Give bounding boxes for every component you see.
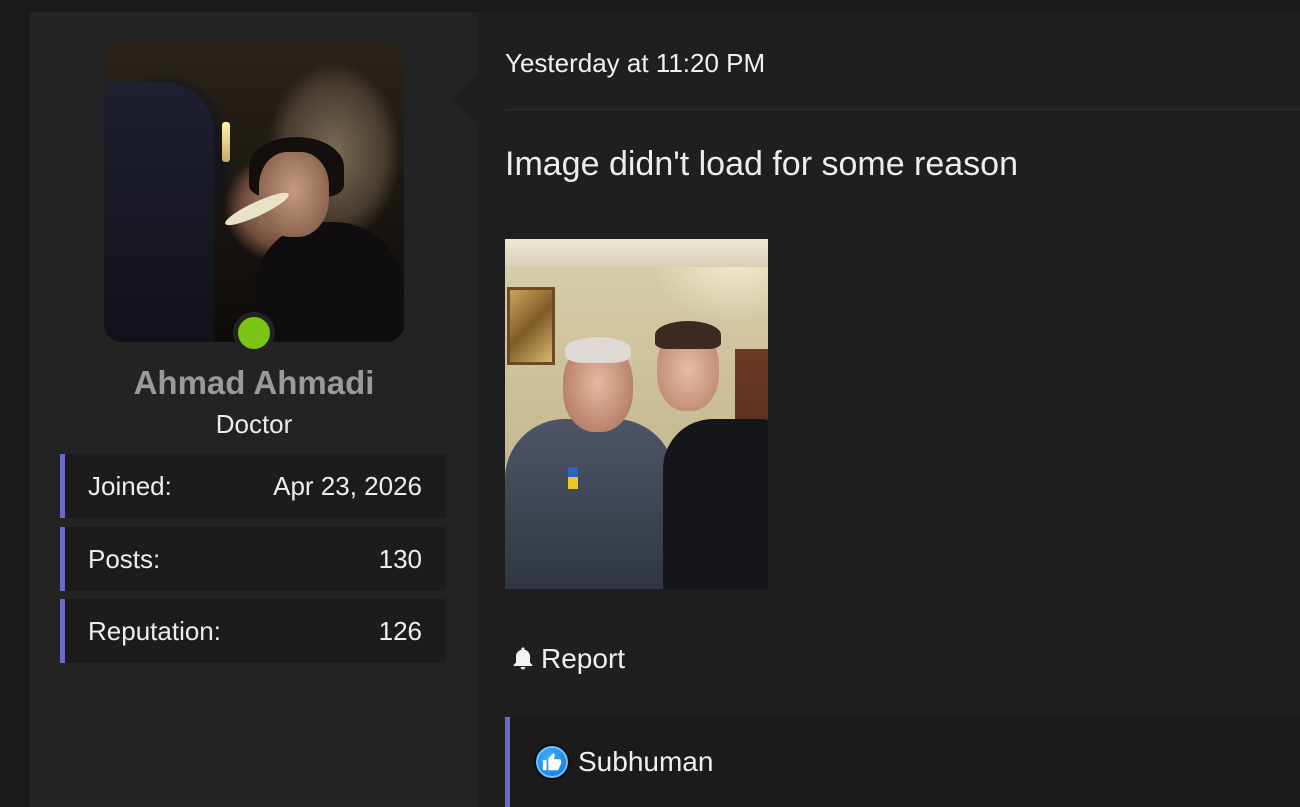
photo-ceiling <box>505 239 768 267</box>
reactions-bar[interactable]: Subhuman <box>505 717 1300 807</box>
user-panel: Ahmad Ahmadi Doctor Joined: Apr 23, 2026… <box>30 12 478 807</box>
photo-older-man-hair <box>565 337 631 363</box>
username[interactable]: Ahmad Ahmadi <box>30 364 478 402</box>
thumbs-up-icon <box>534 744 570 780</box>
reaction-label[interactable]: Subhuman <box>578 746 713 778</box>
post-message-text: Image didn't load for some reason <box>505 145 1019 183</box>
stat-value: 126 <box>378 615 422 646</box>
bell-icon <box>509 645 537 673</box>
avatar-figure-body <box>254 222 404 342</box>
avatar-candle <box>222 122 230 162</box>
user-avatar[interactable] <box>104 42 404 342</box>
stat-reputation: Reputation: 126 <box>60 599 446 663</box>
stat-label: Posts: <box>88 543 161 574</box>
online-status-indicator <box>233 312 275 354</box>
post-pointer-arrow <box>452 72 478 124</box>
report-label: Report <box>541 643 626 674</box>
stat-posts: Posts: 130 <box>60 527 446 591</box>
photo-young-man-body <box>663 419 768 589</box>
report-button[interactable]: Report <box>509 643 625 675</box>
post-timestamp[interactable]: Yesterday at 11:20 PM <box>505 48 765 79</box>
photo-medal <box>568 467 578 489</box>
photo-young-man-hair <box>655 321 721 349</box>
stat-value: Apr 23, 2026 <box>273 470 422 501</box>
post-header-divider <box>505 109 1300 110</box>
avatar-figure-face <box>259 152 329 237</box>
stat-joined: Joined: Apr 23, 2026 <box>60 454 446 518</box>
avatar-background-figure <box>104 82 214 342</box>
user-title: Doctor <box>215 409 293 439</box>
stat-label: Reputation: <box>88 615 221 646</box>
post-body: Yesterday at 11:20 PM Image didn't load … <box>478 12 1300 807</box>
stat-label: Joined: <box>88 470 172 501</box>
stat-value: 130 <box>378 543 422 574</box>
post-attached-image[interactable] <box>505 239 768 589</box>
photo-wall-icon <box>507 287 555 365</box>
forum-post-page: Ahmad Ahmadi Doctor Joined: Apr 23, 2026… <box>0 0 1300 807</box>
photo-older-man-body <box>505 419 675 589</box>
